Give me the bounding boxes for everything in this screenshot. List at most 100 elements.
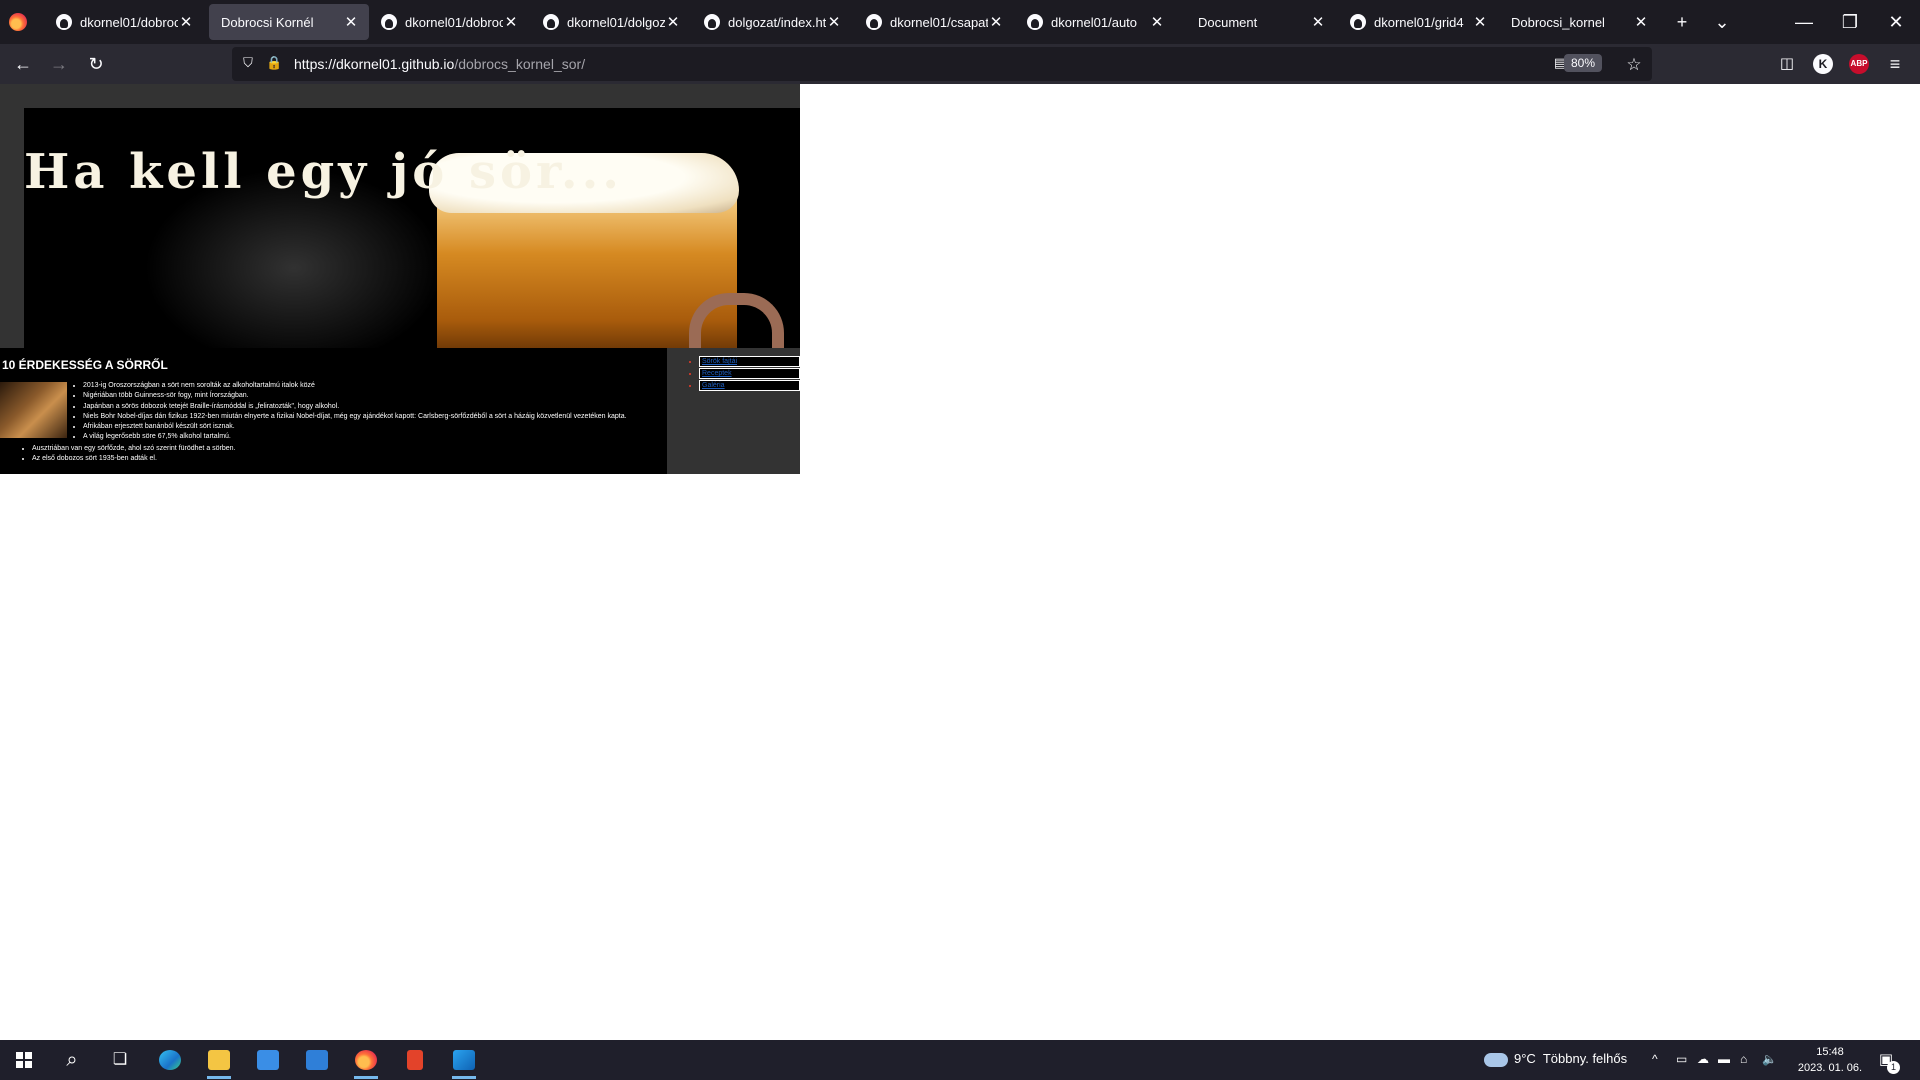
beer-thumbnail-image (0, 382, 67, 438)
tab-8[interactable]: Document ✕ (1176, 4, 1336, 40)
task-view-icon[interactable]: ❏ (104, 1046, 136, 1074)
tab-5[interactable]: dolgozat/index.html ✕ (692, 4, 852, 40)
github-icon (1027, 14, 1043, 30)
tab-3[interactable]: dkornel01/dobrocsi ✕ (369, 4, 529, 40)
firefox-taskbar-icon[interactable] (350, 1046, 382, 1079)
vscode-icon[interactable] (448, 1046, 480, 1079)
site-container: Ha kell egy jó sör... 10 ÉRDEKESSÉG A SÖ… (0, 84, 800, 474)
tab-close-icon[interactable]: ✕ (826, 13, 842, 31)
site-sidebar: Sörök fajtái Receptek Galéria (667, 348, 800, 474)
tab-1[interactable]: dkornel01/dobrocs_ ✕ (44, 4, 204, 40)
clock-time: 15:48 (1816, 1046, 1844, 1058)
lock-icon[interactable]: 🔒 (266, 55, 282, 73)
menu-item[interactable]: Sörök fajtái (699, 356, 800, 367)
tab-2-active[interactable]: Dobrocsi Kornél ✕ (209, 4, 369, 40)
firefox-logo (355, 1050, 377, 1070)
edge-icon[interactable] (154, 1046, 186, 1074)
onedrive-icon[interactable]: ☁ (1697, 1052, 1709, 1066)
account-avatar[interactable]: K (1813, 54, 1833, 74)
tab-title: Document (1198, 14, 1258, 30)
facts-section: 10 ÉRDEKESSÉG A SÖRRŐL 2013-ig Oroszorsz… (0, 348, 667, 474)
device-icon[interactable]: ▭ (1676, 1052, 1687, 1066)
list-item: Afrikában erjesztett banánból készült sö… (83, 422, 663, 432)
tab-close-icon[interactable]: ✕ (1149, 13, 1165, 31)
tab-close-icon[interactable]: ✕ (988, 13, 1004, 31)
system-clock[interactable]: 15:48 2023. 01. 06. (1795, 1044, 1865, 1076)
menu-item[interactable]: Receptek (699, 368, 800, 379)
volume-icon[interactable]: 🔈 (1762, 1052, 1777, 1066)
office-logo (407, 1050, 423, 1070)
tab-title: dkornel01/auto (1051, 14, 1138, 30)
tab-title: dkornel01/dobrocs_ (80, 14, 178, 30)
store-icon[interactable] (252, 1046, 284, 1074)
back-button[interactable]: ← (9, 52, 37, 76)
tab-10[interactable]: Dobrocsi_kornel ✕ (1499, 4, 1659, 40)
tab-close-icon[interactable]: ✕ (1472, 13, 1488, 31)
zoom-level-badge[interactable]: 80% (1563, 54, 1602, 72)
tab-close-icon[interactable]: ✕ (1310, 13, 1326, 31)
facts-list: 2013-ig Oroszországban a sört nem sorolt… (83, 381, 663, 443)
tab-4[interactable]: dkornel01/dolgozat ✕ (531, 4, 691, 40)
tab-title: dkornel01/dobrocsi (405, 14, 503, 30)
github-icon (381, 14, 397, 30)
folder-logo (208, 1050, 230, 1070)
shield-icon[interactable]: ⛉ (240, 55, 256, 73)
weather-widget[interactable]: 9°C Többny. felhős (1484, 1051, 1627, 1067)
new-tab-button[interactable]: + (1670, 10, 1694, 34)
network-icon[interactable]: ⌂ (1740, 1052, 1747, 1066)
weather-desc: Többny. felhős (1542, 1051, 1628, 1066)
adblock-plus-icon[interactable]: ABP (1849, 54, 1869, 74)
forward-button[interactable]: → (45, 52, 73, 76)
cloud-icon (1484, 1052, 1508, 1067)
navigation-bar: ← → ↻ ⛉ 🔒 https://dkornel01.github.io/do… (0, 44, 1920, 84)
list-item: Ausztriában van egy sörfőzde, ahol szó s… (32, 444, 632, 454)
tab-title: dolgozat/index.html (728, 14, 826, 30)
beer-tap-image (689, 293, 784, 348)
tab-close-icon[interactable]: ✕ (665, 13, 681, 31)
reload-button[interactable]: ↻ (82, 52, 110, 76)
tab-title: dkornel01/dolgozat (567, 14, 665, 30)
minimize-button[interactable]: — (1792, 10, 1816, 34)
windows-taskbar: ⌕ ❏ 9°C Többny. felhős ^ ▭ ☁ ▬ ⌂ 🔈 15:48… (0, 1040, 1920, 1080)
tab-list-icon[interactable]: ⌄ (1710, 10, 1734, 34)
tab-close-icon[interactable]: ✕ (503, 13, 519, 31)
battery-icon[interactable]: ▬ (1718, 1052, 1730, 1066)
tab-title: dkornel01/grid4 (1374, 14, 1464, 30)
search-icon[interactable]: ⌕ (56, 1046, 88, 1074)
tab-6[interactable]: dkornel01/csapatm ✕ (854, 4, 1014, 40)
close-window-button[interactable]: ✕ (1884, 10, 1908, 34)
tab-9[interactable]: dkornel01/grid4 ✕ (1338, 4, 1498, 40)
mail-logo (306, 1050, 328, 1070)
office-icon[interactable] (399, 1046, 431, 1074)
pocket-icon[interactable]: ◫ (1777, 54, 1797, 74)
tab-close-icon[interactable]: ✕ (178, 13, 194, 31)
tab-bar: dkornel01/dobrocs_ ✕ Dobrocsi Kornél ✕ d… (0, 0, 1920, 44)
tab-7[interactable]: dkornel01/auto ✕ (1015, 4, 1175, 40)
mail-icon[interactable] (301, 1046, 333, 1074)
vscode-logo (453, 1050, 475, 1070)
menu-item[interactable]: Galéria (699, 380, 800, 391)
github-icon (1350, 14, 1366, 30)
hamburger-menu-icon[interactable]: ≡ (1885, 54, 1905, 74)
tab-title: dkornel01/csapatm (890, 14, 988, 30)
github-icon (704, 14, 720, 30)
menu-link[interactable]: Galéria (702, 382, 725, 389)
menu-link[interactable]: Receptek (702, 370, 732, 377)
start-button[interactable] (8, 1046, 40, 1074)
tab-close-icon[interactable]: ✕ (1633, 13, 1649, 31)
list-item: Japánban a sörös dobozok tetejét Braille… (83, 402, 663, 412)
bookmark-star-icon[interactable]: ☆ (1626, 55, 1642, 74)
tray-expand-icon[interactable]: ^ (1652, 1052, 1658, 1066)
firefox-icon[interactable] (9, 13, 27, 31)
tab-close-icon[interactable]: ✕ (343, 13, 359, 31)
list-item: Niels Bohr Nobel-díjas dán fizikus 1922-… (83, 412, 663, 422)
url-text[interactable]: https://dkornel01.github.io/dobrocs_korn… (294, 56, 585, 72)
github-icon (543, 14, 559, 30)
url-bar[interactable]: ⛉ 🔒 https://dkornel01.github.io/dobrocs_… (232, 47, 1652, 81)
file-explorer-icon[interactable] (203, 1046, 235, 1079)
edge-logo (159, 1050, 181, 1070)
weather-temp: 9°C (1514, 1051, 1536, 1066)
restore-button[interactable]: ❐ (1838, 10, 1862, 34)
menu-link[interactable]: Sörök fajtái (702, 358, 737, 365)
notification-center-icon[interactable]: ▣ 1 (1874, 1048, 1900, 1074)
